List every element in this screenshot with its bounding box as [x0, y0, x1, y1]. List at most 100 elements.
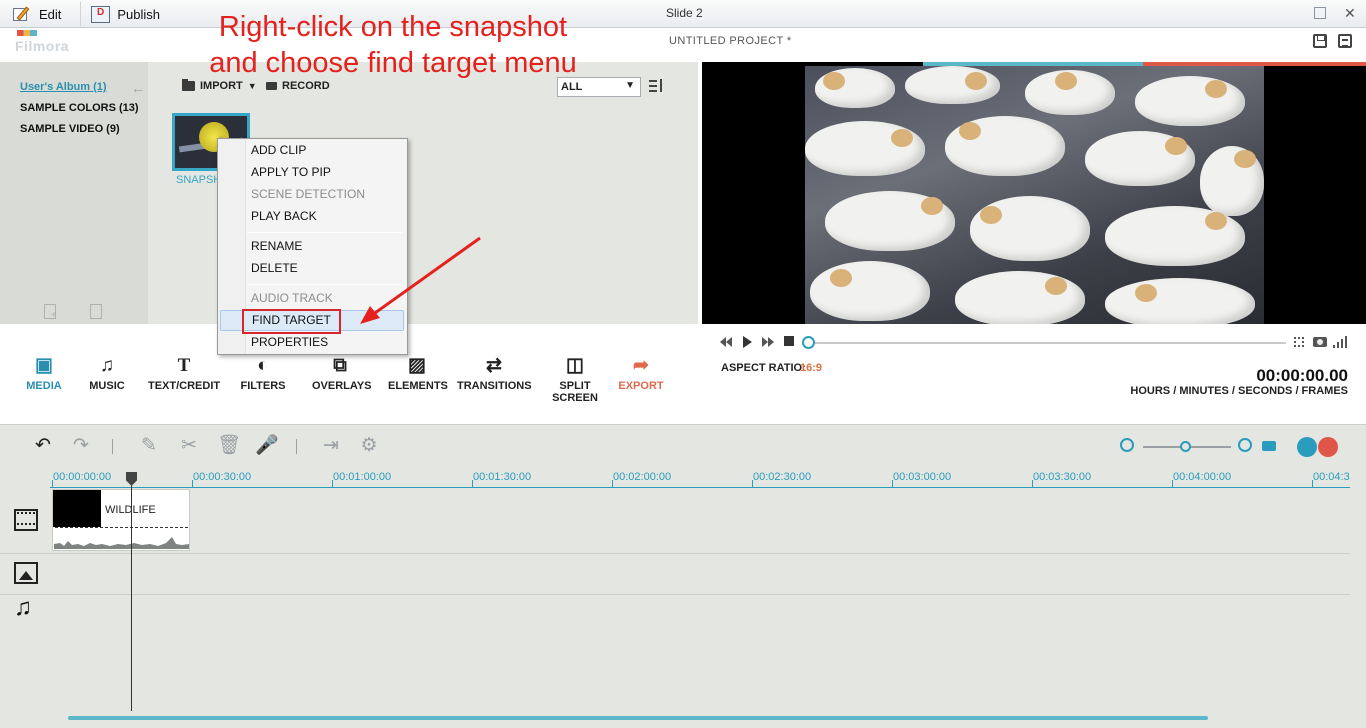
- voiceover-mic-icon[interactable]: 🎤: [255, 435, 279, 457]
- export-icon: ➦: [633, 355, 649, 376]
- tab-text-credit[interactable]: T TEXT/CREDIT: [148, 355, 220, 395]
- annotation-line-2: and choose find target menu: [209, 47, 577, 79]
- zoom-in-icon[interactable]: [1238, 438, 1252, 452]
- ruler-label: 00:01:30:00: [473, 471, 532, 483]
- import-label: IMPORT: [200, 80, 243, 92]
- clip-thumbnail: [53, 490, 101, 527]
- add-album-icon[interactable]: [44, 304, 57, 321]
- play-icon[interactable]: [741, 335, 753, 348]
- seek-bar[interactable]: [806, 342, 1286, 344]
- delete-album-icon[interactable]: [90, 304, 102, 319]
- timecode-units: HOURS / MINUTES / SECONDS / FRAMES: [1130, 385, 1348, 397]
- tab-music[interactable]: ♫ MUSIC: [87, 355, 127, 395]
- media-icon: ▣: [35, 355, 53, 376]
- ruler-label: 00:03:30:00: [1033, 471, 1092, 483]
- tab-transitions[interactable]: ⇄ TRANSITIONS: [457, 355, 532, 395]
- annotation-highlight-box: [242, 309, 341, 334]
- edit-icon: [12, 5, 32, 23]
- app-logo: Filmora: [15, 30, 77, 56]
- album-sample-colors[interactable]: SAMPLE COLORS (13): [20, 102, 139, 114]
- tab-overlays-label: OVERLAYS: [312, 380, 372, 392]
- aspect-ratio-label: ASPECT RATIO:: [721, 362, 806, 374]
- tab-overlays[interactable]: ⧉ OVERLAYS: [312, 355, 372, 395]
- tab-filters[interactable]: ◐ FILTERS: [240, 355, 286, 395]
- timeline-grid-icon[interactable]: [1318, 437, 1338, 457]
- trash-icon[interactable]: 🗑: [217, 435, 241, 457]
- volume-icon[interactable]: [1333, 336, 1347, 348]
- preview-video-frame[interactable]: [805, 66, 1264, 324]
- close-window-icon[interactable]: ✕: [1344, 6, 1356, 20]
- tab-elements[interactable]: ▨ ELEMENTS: [388, 355, 448, 395]
- aspect-ratio-value[interactable]: 16:9: [800, 362, 822, 374]
- import-button[interactable]: IMPORT ▼: [182, 79, 257, 92]
- ruler-label: 00:03:00:00: [893, 471, 952, 483]
- export-label: EXPORT: [618, 380, 664, 392]
- elements-icon: ▨: [408, 355, 426, 376]
- ruler-label: 00:00:00:00: [53, 471, 112, 483]
- logo-text: Filmora: [15, 38, 70, 54]
- detach-audio-icon[interactable]: ⇥: [320, 435, 342, 457]
- zoom-out-icon[interactable]: [1120, 438, 1134, 452]
- album-users[interactable]: User's Album (1): [20, 81, 107, 93]
- track-divider: [0, 553, 1350, 554]
- tab-split-screen[interactable]: ◫ SPLIT SCREEN: [538, 355, 612, 404]
- album-sample-video[interactable]: SAMPLE VIDEO (9): [20, 123, 120, 135]
- music-track-icon: ♫: [14, 594, 32, 621]
- undo-icon[interactable]: ↶: [32, 435, 54, 457]
- tutorial-annotation: Right-click on the snapshot and choose f…: [183, 9, 603, 81]
- filters-icon: ◐: [257, 355, 269, 376]
- snapshot-label: SNAPSH: [176, 174, 222, 186]
- save-project-icon[interactable]: [1313, 34, 1327, 48]
- transport-controls: [720, 335, 795, 348]
- ruler-label: 00:04:3: [1313, 471, 1350, 483]
- track-divider: [0, 594, 1350, 595]
- collapse-arrow-icon[interactable]: ←: [131, 80, 145, 96]
- chevron-down-icon: ▼: [625, 80, 635, 91]
- zoom-handle[interactable]: [1180, 441, 1191, 452]
- folder-icon: [182, 79, 195, 91]
- tab-elements-label: ELEMENTS: [388, 380, 448, 392]
- tab-media[interactable]: ▣ MEDIA: [24, 355, 64, 395]
- app-menu-icon[interactable]: [1338, 34, 1352, 48]
- redo-icon[interactable]: ↷: [70, 435, 92, 457]
- menu-item-scene-detection: SCENE DETECTION: [251, 187, 366, 201]
- fit-timeline-icon[interactable]: [1262, 441, 1276, 451]
- menu-item-add-clip[interactable]: ADD CLIP: [220, 140, 404, 161]
- tab-split-screen-label: SPLIT SCREEN: [552, 380, 598, 404]
- split-screen-icon: ◫: [566, 355, 584, 376]
- annotation-arrow: [360, 236, 481, 324]
- publish-icon: [91, 5, 111, 23]
- fullscreen-icon[interactable]: [1294, 337, 1304, 347]
- tab-text-credit-label: TEXT/CREDIT: [148, 380, 221, 392]
- stop-icon[interactable]: [783, 335, 795, 347]
- publish-button[interactable]: Publish: [80, 2, 170, 26]
- transitions-icon: ⇄: [486, 355, 502, 376]
- export-button[interactable]: ➦ EXPORT: [618, 355, 664, 395]
- fast-forward-icon[interactable]: [762, 335, 774, 347]
- edit-label: Edit: [39, 6, 62, 22]
- record-label: RECORD: [282, 80, 330, 92]
- tab-media-label: MEDIA: [26, 380, 62, 392]
- snapshot-camera-icon[interactable]: [1313, 337, 1327, 347]
- sort-icon[interactable]: [649, 79, 665, 94]
- restore-window-icon[interactable]: [1314, 7, 1326, 19]
- edit-pencil-icon[interactable]: ✎: [138, 435, 160, 457]
- timeline-clip[interactable]: WILDLIFE: [52, 489, 190, 551]
- project-title: UNTITLED PROJECT *: [669, 35, 792, 47]
- timecode-display: 00:00:00.00: [1256, 366, 1348, 385]
- split-scissors-icon[interactable]: ✂: [178, 435, 200, 457]
- music-icon: ♫: [99, 355, 115, 376]
- playhead-line: [131, 472, 132, 711]
- clip-settings-icon[interactable]: ⚙: [358, 435, 380, 457]
- text-icon: T: [177, 355, 191, 376]
- edit-button[interactable]: Edit: [2, 2, 74, 26]
- seek-handle[interactable]: [802, 336, 815, 349]
- rewind-icon[interactable]: [720, 335, 732, 347]
- timeline-mode-icon[interactable]: [1297, 437, 1317, 457]
- menu-item-apply-to-pip[interactable]: APPLY TO PIP: [220, 162, 404, 183]
- slide-title: Slide 2: [666, 6, 703, 20]
- timeline-scrollbar[interactable]: [68, 716, 1208, 720]
- record-button[interactable]: RECORD: [266, 80, 330, 92]
- menu-item-play-back[interactable]: PLAY BACK: [220, 206, 404, 227]
- menu-item-properties[interactable]: PROPERTIES: [220, 332, 404, 353]
